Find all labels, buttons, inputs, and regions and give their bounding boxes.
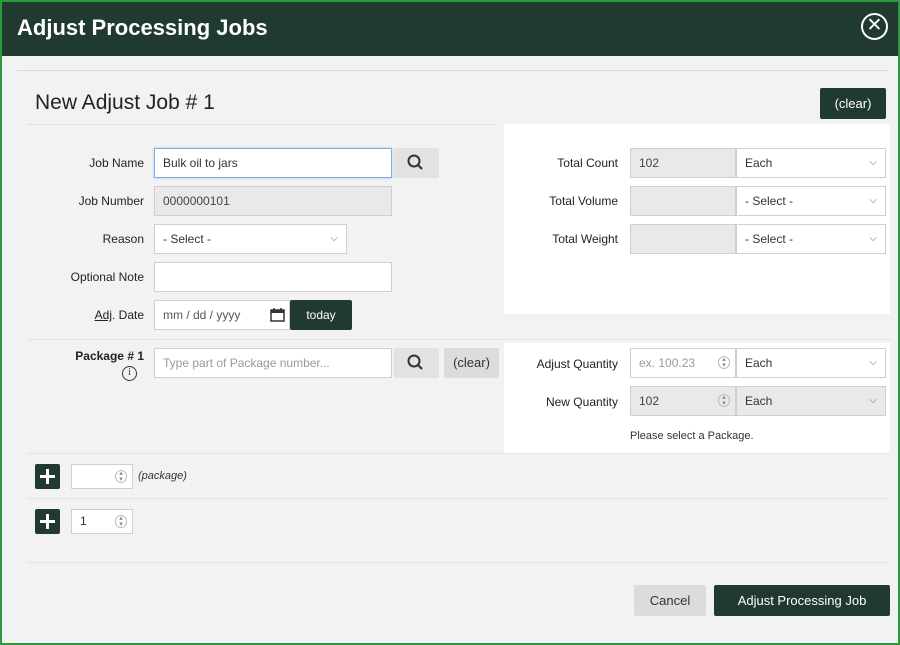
total-weight-label: Total Weight <box>552 232 618 246</box>
total-count-unit: Each <box>745 156 773 170</box>
total-weight-unit-select[interactable]: - Select - ⌵ <box>736 224 886 254</box>
adj-date-label-prefix: Adj <box>94 308 112 322</box>
reason-select[interactable]: - Select - ⌵ <box>154 224 347 254</box>
dialog-titlebar: Adjust Processing Jobs ✕ <box>2 2 898 56</box>
search-package-button[interactable] <box>394 348 439 378</box>
info-icon[interactable]: i <box>122 366 137 381</box>
new-quantity-label: New Quantity <box>545 395 618 409</box>
package-adder-label: (package) <box>138 470 187 482</box>
divider <box>27 453 890 454</box>
add-package-button[interactable] <box>35 464 60 489</box>
total-count-field: 102 <box>630 148 736 178</box>
job-number-label: Job Number <box>78 194 144 208</box>
total-count-unit-select[interactable]: Each ⌵ <box>736 148 886 178</box>
divider <box>27 562 890 563</box>
spinner-icon[interactable]: ▴ ▾ <box>115 515 127 528</box>
new-quantity-unit-select: Each ⌵ <box>736 386 886 416</box>
optional-note-input[interactable] <box>154 262 392 292</box>
new-quantity-value: 102 <box>639 394 660 408</box>
total-volume-unit-select[interactable]: - Select - ⌵ <box>736 186 886 216</box>
total-weight-field <box>630 224 736 254</box>
search-job-button[interactable] <box>394 148 439 178</box>
today-button[interactable]: today <box>290 300 352 330</box>
search-icon <box>407 354 423 370</box>
reason-value: - Select - <box>163 232 212 246</box>
adj-date-input[interactable]: mm / dd / yyyy <box>154 300 290 330</box>
adj-date-label-suffix: . Date <box>111 308 144 322</box>
job-number-field: 0000000101 <box>154 186 392 216</box>
job-count-value: 1 <box>80 514 87 528</box>
chevron-down-icon: ⌵ <box>869 233 877 244</box>
chevron-down-icon: ⌵ <box>869 357 877 368</box>
adjust-quantity-input[interactable]: ex. 100.23 ▴ ▾ <box>630 348 736 378</box>
chevron-down-icon: ⌵ <box>869 157 877 168</box>
dialog-title: Adjust Processing Jobs <box>17 15 268 40</box>
clear-job-button[interactable]: (clear) <box>820 88 886 119</box>
total-count-label: Total Count <box>557 156 618 170</box>
reason-label: Reason <box>102 232 144 246</box>
chevron-down-icon: ⌵ <box>869 395 877 406</box>
adj-date-label: Adj. Date <box>32 308 144 322</box>
page-title: New Adjust Job # 1 <box>35 91 215 114</box>
total-volume-unit: - Select - <box>745 194 794 208</box>
calendar-icon[interactable] <box>270 308 285 322</box>
package-count-stepper[interactable]: ▴ ▾ <box>71 464 133 489</box>
chevron-down-icon: ⌵ <box>330 233 338 244</box>
divider <box>27 339 890 340</box>
total-weight-unit: - Select - <box>745 232 794 246</box>
new-quantity-unit: Each <box>745 394 773 408</box>
divider <box>17 70 888 71</box>
divider <box>27 124 497 125</box>
adjust-quantity-placeholder: ex. 100.23 <box>639 356 696 370</box>
chevron-down-icon: ⌵ <box>869 195 877 206</box>
adjust-processing-job-button[interactable]: Adjust Processing Job <box>714 585 890 616</box>
adjust-quantity-unit-select[interactable]: Each ⌵ <box>736 348 886 378</box>
divider <box>27 498 890 499</box>
adjust-quantity-label: Adjust Quantity <box>536 357 618 371</box>
cancel-button[interactable]: Cancel <box>634 585 706 616</box>
spinner-icon[interactable]: ▴ ▾ <box>718 356 730 369</box>
new-quantity-field: 102 ▴ ▾ <box>630 386 736 416</box>
close-icon[interactable]: ✕ <box>861 13 888 40</box>
clear-package-button[interactable]: (clear) <box>444 348 499 378</box>
job-name-label: Job Name <box>89 156 144 170</box>
spinner-icon[interactable]: ▴ ▾ <box>115 470 127 483</box>
job-name-input[interactable]: Bulk oil to jars <box>154 148 392 178</box>
search-icon <box>407 154 423 170</box>
date-placeholder: mm / dd / yyyy <box>163 308 241 322</box>
job-count-stepper[interactable]: 1 ▴ ▾ <box>71 509 133 534</box>
spinner-icon: ▴ ▾ <box>718 394 730 407</box>
dialog: Adjust Processing Jobs ✕ New Adjust Job … <box>0 0 900 645</box>
adjust-quantity-unit: Each <box>745 356 773 370</box>
total-volume-field <box>630 186 736 216</box>
package-hint: Please select a Package. <box>630 430 754 442</box>
add-job-button[interactable] <box>35 509 60 534</box>
package-search-input[interactable]: Type part of Package number... <box>154 348 392 378</box>
total-volume-label: Total Volume <box>549 194 618 208</box>
package-label: Package # 1 <box>75 349 144 363</box>
optional-note-label: Optional Note <box>70 270 144 284</box>
